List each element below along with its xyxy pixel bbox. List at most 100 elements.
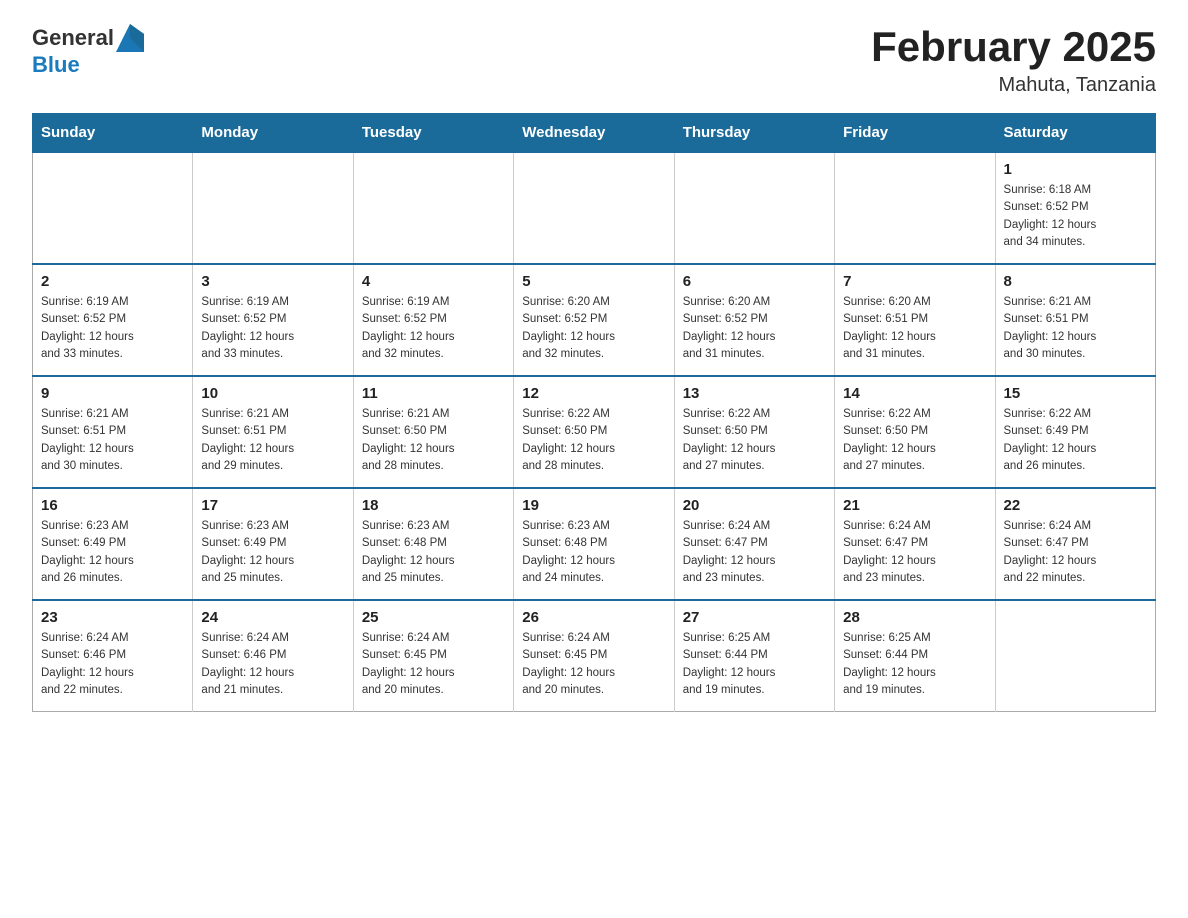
day-info: Sunrise: 6:25 AM Sunset: 6:44 PM Dayligh… (683, 630, 826, 699)
day-number: 19 (522, 497, 665, 514)
day-number: 13 (683, 385, 826, 402)
day-info: Sunrise: 6:22 AM Sunset: 6:50 PM Dayligh… (683, 406, 826, 475)
day-info: Sunrise: 6:24 AM Sunset: 6:45 PM Dayligh… (522, 630, 665, 699)
day-number: 21 (843, 497, 986, 514)
day-number: 2 (41, 273, 184, 290)
calendar-cell: 27Sunrise: 6:25 AM Sunset: 6:44 PM Dayli… (674, 600, 834, 712)
calendar-week-row: 1 Sunrise: 6:18 AM Sunset: 6:52 PM Daylig… (33, 152, 1156, 264)
calendar-cell: 10Sunrise: 6:21 AM Sunset: 6:51 PM Dayli… (193, 376, 353, 488)
calendar-header-tuesday: Tuesday (353, 114, 513, 153)
calendar-header-thursday: Thursday (674, 114, 834, 153)
day-number: 8 (1004, 273, 1147, 290)
title-section: February 2025 Mahuta, Tanzania (871, 24, 1156, 97)
day-number: 3 (201, 273, 344, 290)
calendar-cell: 19 Sunrise: 6:23 AM Sunset: 6:48 PM Dayli… (514, 488, 674, 600)
calendar-cell (674, 152, 834, 264)
day-number: 7 (843, 273, 986, 290)
month-title: February 2025 (871, 24, 1156, 70)
calendar-header-saturday: Saturday (995, 114, 1155, 153)
day-number: 14 (843, 385, 986, 402)
day-info: Sunrise: 6:21 AM Sunset: 6:51 PM Dayligh… (1004, 294, 1147, 363)
calendar-cell: 24 Sunrise: 6:24 AM Sunset: 6:46 PM Dayli… (193, 600, 353, 712)
day-number: 11 (362, 385, 505, 402)
day-number: 23 (41, 609, 184, 626)
page-header: General Blue February 2025 Mahuta, Tanza… (32, 24, 1156, 97)
calendar-cell: 7 Sunrise: 6:20 AM Sunset: 6:51 PM Daylig… (835, 264, 995, 376)
calendar-cell: 16 Sunrise: 6:23 AM Sunset: 6:49 PM Dayli… (33, 488, 193, 600)
day-number: 12 (522, 385, 665, 402)
calendar-cell: 26 Sunrise: 6:24 AM Sunset: 6:45 PM Dayli… (514, 600, 674, 712)
calendar-week-row: 16 Sunrise: 6:23 AM Sunset: 6:49 PM Dayli… (33, 488, 1156, 600)
calendar-cell: 17 Sunrise: 6:23 AM Sunset: 6:49 PM Dayli… (193, 488, 353, 600)
day-info: Sunrise: 6:21 AM Sunset: 6:51 PM Dayligh… (41, 406, 184, 475)
calendar-cell: 1 Sunrise: 6:18 AM Sunset: 6:52 PM Daylig… (995, 152, 1155, 264)
location-title: Mahuta, Tanzania (871, 74, 1156, 97)
calendar-cell: 3 Sunrise: 6:19 AM Sunset: 6:52 PM Daylig… (193, 264, 353, 376)
calendar-cell (835, 152, 995, 264)
calendar-header-sunday: Sunday (33, 114, 193, 153)
day-info: Sunrise: 6:23 AM Sunset: 6:49 PM Dayligh… (41, 518, 184, 587)
calendar-cell: 11 Sunrise: 6:21 AM Sunset: 6:50 PM Dayli… (353, 376, 513, 488)
calendar-cell: 15Sunrise: 6:22 AM Sunset: 6:49 PM Dayli… (995, 376, 1155, 488)
calendar-cell: 20 Sunrise: 6:24 AM Sunset: 6:47 PM Dayli… (674, 488, 834, 600)
day-info: Sunrise: 6:25 AM Sunset: 6:44 PM Dayligh… (843, 630, 986, 699)
calendar-cell: 9 Sunrise: 6:21 AM Sunset: 6:51 PM Daylig… (33, 376, 193, 488)
calendar-cell (33, 152, 193, 264)
calendar-cell: 5Sunrise: 6:20 AM Sunset: 6:52 PM Daylig… (514, 264, 674, 376)
calendar-cell: 23 Sunrise: 6:24 AM Sunset: 6:46 PM Dayli… (33, 600, 193, 712)
logo-text-blue: Blue (32, 52, 80, 77)
calendar-header-monday: Monday (193, 114, 353, 153)
day-info: Sunrise: 6:18 AM Sunset: 6:52 PM Dayligh… (1004, 182, 1147, 251)
calendar-table: SundayMondayTuesdayWednesdayThursdayFrid… (32, 113, 1156, 712)
calendar-cell: 25 Sunrise: 6:24 AM Sunset: 6:45 PM Dayli… (353, 600, 513, 712)
day-info: Sunrise: 6:24 AM Sunset: 6:46 PM Dayligh… (41, 630, 184, 699)
day-info: Sunrise: 6:20 AM Sunset: 6:52 PM Dayligh… (683, 294, 826, 363)
day-info: Sunrise: 6:24 AM Sunset: 6:46 PM Dayligh… (201, 630, 344, 699)
day-info: Sunrise: 6:21 AM Sunset: 6:51 PM Dayligh… (201, 406, 344, 475)
calendar-cell: 22Sunrise: 6:24 AM Sunset: 6:47 PM Dayli… (995, 488, 1155, 600)
calendar-week-row: 23 Sunrise: 6:24 AM Sunset: 6:46 PM Dayli… (33, 600, 1156, 712)
day-info: Sunrise: 6:23 AM Sunset: 6:48 PM Dayligh… (362, 518, 505, 587)
logo-text-general: General (32, 25, 114, 51)
day-info: Sunrise: 6:19 AM Sunset: 6:52 PM Dayligh… (201, 294, 344, 363)
day-number: 26 (522, 609, 665, 626)
calendar-cell: 4 Sunrise: 6:19 AM Sunset: 6:52 PM Daylig… (353, 264, 513, 376)
day-number: 9 (41, 385, 184, 402)
calendar-cell: 13 Sunrise: 6:22 AM Sunset: 6:50 PM Dayli… (674, 376, 834, 488)
calendar-cell: 12 Sunrise: 6:22 AM Sunset: 6:50 PM Dayli… (514, 376, 674, 488)
calendar-cell (995, 600, 1155, 712)
calendar-week-row: 9 Sunrise: 6:21 AM Sunset: 6:51 PM Daylig… (33, 376, 1156, 488)
day-info: Sunrise: 6:24 AM Sunset: 6:45 PM Dayligh… (362, 630, 505, 699)
day-number: 4 (362, 273, 505, 290)
calendar-cell (193, 152, 353, 264)
calendar-cell: 21 Sunrise: 6:24 AM Sunset: 6:47 PM Dayli… (835, 488, 995, 600)
day-info: Sunrise: 6:22 AM Sunset: 6:50 PM Dayligh… (522, 406, 665, 475)
calendar-cell: 14Sunrise: 6:22 AM Sunset: 6:50 PM Dayli… (835, 376, 995, 488)
day-number: 24 (201, 609, 344, 626)
day-info: Sunrise: 6:19 AM Sunset: 6:52 PM Dayligh… (362, 294, 505, 363)
day-number: 17 (201, 497, 344, 514)
calendar-cell (353, 152, 513, 264)
day-info: Sunrise: 6:19 AM Sunset: 6:52 PM Dayligh… (41, 294, 184, 363)
calendar-header-row: SundayMondayTuesdayWednesdayThursdayFrid… (33, 114, 1156, 153)
calendar-week-row: 2 Sunrise: 6:19 AM Sunset: 6:52 PM Daylig… (33, 264, 1156, 376)
calendar-cell: 28 Sunrise: 6:25 AM Sunset: 6:44 PM Dayli… (835, 600, 995, 712)
day-info: Sunrise: 6:23 AM Sunset: 6:48 PM Dayligh… (522, 518, 665, 587)
day-number: 22 (1004, 497, 1147, 514)
calendar-header-wednesday: Wednesday (514, 114, 674, 153)
day-info: Sunrise: 6:21 AM Sunset: 6:50 PM Dayligh… (362, 406, 505, 475)
day-info: Sunrise: 6:24 AM Sunset: 6:47 PM Dayligh… (683, 518, 826, 587)
calendar-cell: 6Sunrise: 6:20 AM Sunset: 6:52 PM Daylig… (674, 264, 834, 376)
calendar-cell: 2 Sunrise: 6:19 AM Sunset: 6:52 PM Daylig… (33, 264, 193, 376)
day-number: 25 (362, 609, 505, 626)
day-number: 1 (1004, 161, 1147, 178)
calendar-cell: 18Sunrise: 6:23 AM Sunset: 6:48 PM Dayli… (353, 488, 513, 600)
day-info: Sunrise: 6:20 AM Sunset: 6:51 PM Dayligh… (843, 294, 986, 363)
day-number: 20 (683, 497, 826, 514)
day-number: 16 (41, 497, 184, 514)
day-number: 5 (522, 273, 665, 290)
day-number: 28 (843, 609, 986, 626)
day-number: 15 (1004, 385, 1147, 402)
day-info: Sunrise: 6:24 AM Sunset: 6:47 PM Dayligh… (843, 518, 986, 587)
day-info: Sunrise: 6:23 AM Sunset: 6:49 PM Dayligh… (201, 518, 344, 587)
